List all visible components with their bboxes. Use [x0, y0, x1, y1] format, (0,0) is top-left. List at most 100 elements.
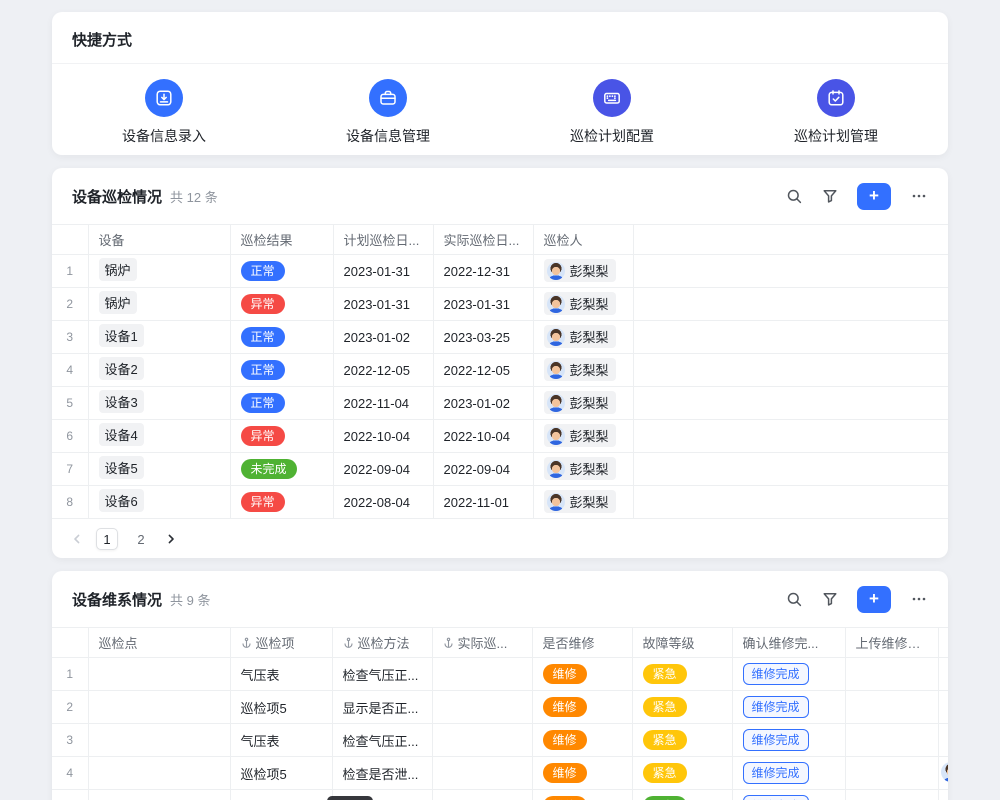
confirm-repair-button[interactable]: 维修完成 [743, 663, 809, 685]
confirm-cell[interactable]: 维修完成 [732, 757, 845, 790]
plan-date-cell[interactable]: 2022-10-04 [333, 420, 433, 453]
result-cell[interactable]: 异常 [230, 288, 333, 321]
more-icon[interactable] [910, 590, 928, 608]
device-cell[interactable]: 设备2 [88, 354, 230, 387]
add-record-button[interactable]: + [857, 183, 891, 210]
plan-date-cell[interactable]: 2022-09-04 [333, 453, 433, 486]
table-row[interactable]: 2 巡检项5 显示是否正... 维修 紧急 维修完成 [52, 691, 948, 724]
plan-date-cell[interactable]: 2023-01-31 [333, 288, 433, 321]
device-cell[interactable]: 设备6 [88, 486, 230, 519]
actual-date-cell[interactable]: 2022-12-05 [433, 354, 533, 387]
plan-date-cell[interactable]: 2022-11-04 [333, 387, 433, 420]
actual-cell[interactable] [432, 790, 532, 800]
upload-cell[interactable] [845, 658, 938, 691]
method-cell[interactable]: 检查是否泄... [332, 757, 432, 790]
shortcut-inspection-plan-manage[interactable]: 巡检计划管理 [724, 79, 948, 146]
shortcut-inspection-plan-config[interactable]: 巡检计划配置 [500, 79, 724, 146]
chevron-left-icon[interactable] [70, 532, 84, 546]
result-cell[interactable]: 正常 [230, 255, 333, 288]
inspector-cell[interactable]: 彭梨梨 [533, 486, 633, 519]
result-cell[interactable]: 异常 [230, 486, 333, 519]
confirm-repair-button[interactable]: 维修完成 [743, 762, 809, 784]
plan-date-cell[interactable]: 2023-01-02 [333, 321, 433, 354]
point-cell[interactable] [88, 724, 230, 757]
table-row[interactable]: 5 设备3 正常 2022-11-04 2023-01-02 彭梨梨 [52, 387, 948, 420]
col-level[interactable]: 故障等级 [632, 628, 732, 658]
inspector-cell[interactable]: 彭梨梨 [533, 288, 633, 321]
col-result[interactable]: 巡检结果 [230, 225, 333, 255]
search-icon[interactable] [786, 188, 803, 205]
actual-date-cell[interactable]: 2022-11-01 [433, 486, 533, 519]
device-cell[interactable]: 设备4 [88, 420, 230, 453]
result-cell[interactable]: 正常 [230, 321, 333, 354]
page-2[interactable]: 2 [130, 528, 152, 550]
point-cell[interactable] [88, 658, 230, 691]
chevron-right-icon[interactable] [164, 532, 178, 546]
plan-date-cell[interactable]: 2022-12-05 [333, 354, 433, 387]
table-row[interactable]: 4 巡检项5 检查是否泄... 维修 紧急 维修完成 [52, 757, 948, 790]
col-item[interactable]: 巡检项 [230, 628, 332, 658]
upload-cell[interactable] [845, 790, 938, 800]
result-cell[interactable]: 正常 [230, 387, 333, 420]
filter-icon[interactable] [822, 591, 838, 607]
actual-date-cell[interactable]: 2022-10-04 [433, 420, 533, 453]
confirm-cell[interactable]: 维修完成 [732, 658, 845, 691]
result-cell[interactable]: 正常 [230, 354, 333, 387]
method-cell[interactable]: 检查气压正... [332, 658, 432, 691]
plan-date-cell[interactable]: 2023-01-31 [333, 255, 433, 288]
point-cell[interactable] [88, 790, 230, 800]
table-row[interactable]: 7 设备5 未完成 2022-09-04 2022-09-04 彭梨梨 [52, 453, 948, 486]
actual-cell[interactable] [432, 757, 532, 790]
plan-date-cell[interactable]: 2022-08-04 [333, 486, 433, 519]
inspector-cell[interactable]: 彭梨梨 [533, 354, 633, 387]
col-device[interactable]: 设备 [88, 225, 230, 255]
confirm-repair-button[interactable]: 维修完成 [743, 795, 809, 800]
level-cell[interactable]: 紧急 [632, 724, 732, 757]
item-cell[interactable]: 巡检项5 [230, 691, 332, 724]
device-cell[interactable]: 锅炉 [88, 288, 230, 321]
level-cell[interactable]: 一般 [632, 790, 732, 800]
point-cell[interactable] [88, 691, 230, 724]
result-cell[interactable]: 异常 [230, 420, 333, 453]
col-method[interactable]: 巡检方法 [332, 628, 432, 658]
col-inspector[interactable]: 巡检人 [533, 225, 633, 255]
level-cell[interactable]: 紧急 [632, 658, 732, 691]
table-row[interactable]: 3 气压表 检查气压正... 维修 紧急 维修完成 [52, 724, 948, 757]
repair-cell[interactable]: 维修 [532, 691, 632, 724]
actual-cell[interactable] [432, 658, 532, 691]
device-cell[interactable]: 设备1 [88, 321, 230, 354]
device-cell[interactable]: 锅炉 [88, 255, 230, 288]
table-row[interactable]: 1 气压表 检查气压正... 维修 紧急 维修完成 [52, 658, 948, 691]
col-confirm[interactable]: 确认维修完... [732, 628, 845, 658]
actual-cell[interactable] [432, 691, 532, 724]
table-row[interactable]: 4 设备2 正常 2022-12-05 2022-12-05 彭梨梨 [52, 354, 948, 387]
upload-cell[interactable] [845, 724, 938, 757]
col-actual-date[interactable]: 实际巡检日... [433, 225, 533, 255]
repair-cell[interactable]: 维修 [532, 724, 632, 757]
table-row[interactable]: 2 锅炉 异常 2023-01-31 2023-01-31 彭梨梨 [52, 288, 948, 321]
repair-cell[interactable]: 维修 [532, 658, 632, 691]
result-cell[interactable]: 未完成 [230, 453, 333, 486]
actual-date-cell[interactable]: 2022-12-31 [433, 255, 533, 288]
device-cell[interactable]: 设备5 [88, 453, 230, 486]
inspector-cell[interactable]: 彭梨梨 [533, 387, 633, 420]
col-upload[interactable]: 上传维修结... [845, 628, 938, 658]
col-plan-date[interactable]: 计划巡检日... [333, 225, 433, 255]
search-icon[interactable] [786, 591, 803, 608]
repair-cell[interactable]: 维修 [532, 790, 632, 800]
method-cell[interactable]: 检查气压正... [332, 724, 432, 757]
repair-cell[interactable]: 维修 [532, 757, 632, 790]
actual-date-cell[interactable]: 2023-03-25 [433, 321, 533, 354]
table-row[interactable]: 5 巡检项5 显示是否正... 维修 一般 维修完成 [52, 790, 948, 800]
inspector-cell[interactable]: 彭梨梨 [533, 420, 633, 453]
confirm-cell[interactable]: 维修完成 [732, 724, 845, 757]
actual-date-cell[interactable]: 2023-01-02 [433, 387, 533, 420]
level-cell[interactable]: 紧急 [632, 757, 732, 790]
actual-cell[interactable] [432, 724, 532, 757]
inspector-cell[interactable]: 彭梨梨 [533, 255, 633, 288]
confirm-cell[interactable]: 维修完成 [732, 691, 845, 724]
add-record-button[interactable]: + [857, 586, 891, 613]
item-cell[interactable]: 巡检项5 [230, 790, 332, 800]
col-repair[interactable]: 是否维修 [532, 628, 632, 658]
item-cell[interactable]: 气压表 [230, 658, 332, 691]
